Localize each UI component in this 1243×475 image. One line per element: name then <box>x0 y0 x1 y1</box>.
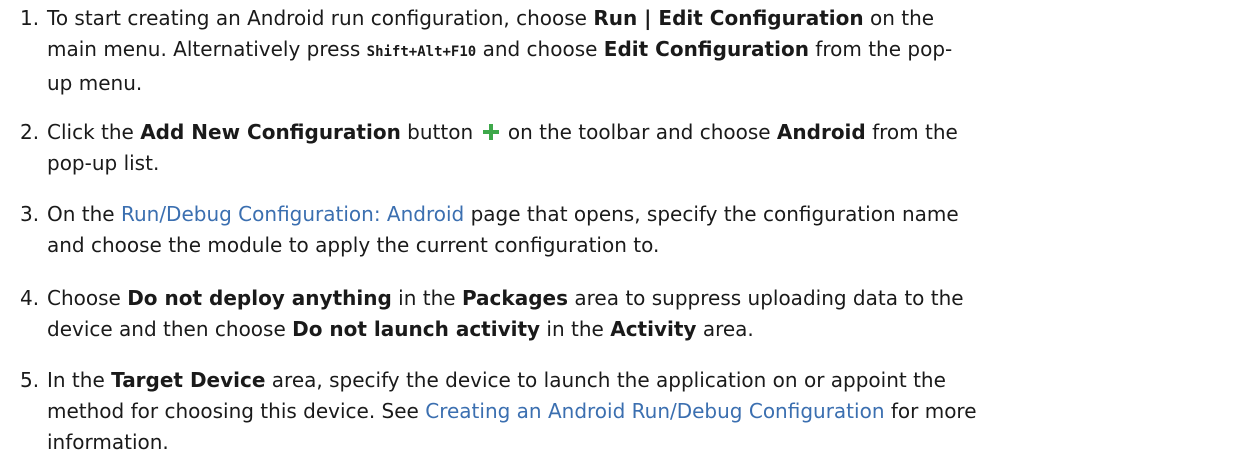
text-run: main menu. Alternatively press <box>47 37 367 61</box>
step-line: To start creating an Android run configu… <box>47 3 1217 34</box>
option-name: Do not launch activity <box>292 317 541 341</box>
text-run: up menu. <box>47 71 143 95</box>
text-run: and choose <box>476 37 604 61</box>
step-line: up menu. <box>47 68 1217 99</box>
option-name: Do not deploy anything <box>127 286 392 310</box>
text-run: device and then choose <box>47 317 293 341</box>
text-run: In the <box>47 368 112 392</box>
creating-config-link[interactable]: Creating an Android Run/Debug Configurat… <box>425 399 884 423</box>
text-run: from the <box>865 120 958 144</box>
step-line: and choose the module to apply the curre… <box>47 230 1217 261</box>
text-run: button <box>400 120 480 144</box>
step-number: 3. <box>20 202 40 226</box>
text-run: pop-up list. <box>47 151 160 175</box>
text-run: in the <box>391 286 462 310</box>
step-text: Click the Add New Configuration button o… <box>47 117 1217 179</box>
text-run: method for choosing this device. See <box>47 399 426 423</box>
text-run: Click the <box>47 120 141 144</box>
run-debug-config-link[interactable]: Run/Debug Configuration: Android <box>121 202 464 226</box>
text-run: area, specify the device to launch the a… <box>265 368 946 392</box>
step-line: In the Target Device area, specify the d… <box>47 365 1217 396</box>
text-run: on the toolbar and choose <box>501 120 777 144</box>
plus-icon[interactable] <box>481 122 501 142</box>
step-line: Click the Add New Configuration button o… <box>47 117 1217 148</box>
step-number: 1. <box>20 6 40 30</box>
step-line: information. <box>47 427 1217 458</box>
step-line: Choose Do not deploy anything in the Pac… <box>47 283 1217 314</box>
list-item-name: Android <box>776 120 866 144</box>
text-run: To start creating an Android run configu… <box>47 6 594 30</box>
step-line: pop-up list. <box>47 148 1217 179</box>
text-run: in the <box>540 317 611 341</box>
text-run: area. <box>696 317 754 341</box>
step-number: 5. <box>20 368 40 392</box>
step-text: Choose Do not deploy anything in the Pac… <box>47 283 1217 345</box>
menu-item: Edit Configuration <box>603 37 809 61</box>
text-run: from the pop- <box>808 37 953 61</box>
step-line: method for choosing this device. See Cre… <box>47 396 1217 427</box>
step-number: 2. <box>20 120 40 144</box>
text-run: page that opens, specify the configurati… <box>464 202 959 226</box>
text-run: area to suppress uploading data to the <box>568 286 964 310</box>
area-name: Activity <box>610 317 697 341</box>
text-run: On the <box>47 202 121 226</box>
text-run: for more <box>884 399 977 423</box>
text-run: and choose the module to apply the curre… <box>47 233 660 257</box>
button-name: Add New Configuration <box>140 120 401 144</box>
keyboard-shortcut: Shift+Alt+F10 <box>366 44 477 60</box>
area-name: Packages <box>461 286 568 310</box>
menu-path: Run | Edit Configuration <box>593 6 864 30</box>
step-line: device and then choose Do not launch act… <box>47 314 1217 345</box>
step-line: main menu. Alternatively press Shift+Alt… <box>47 34 1217 68</box>
step-line: On the Run/Debug Configuration: Android … <box>47 199 1217 230</box>
text-run: information. <box>47 430 169 454</box>
step-number: 4. <box>20 286 40 310</box>
step-text: In the Target Device area, specify the d… <box>47 365 1217 458</box>
step-text: On the Run/Debug Configuration: Android … <box>47 199 1217 261</box>
text-run: on the <box>863 6 935 30</box>
text-run: Choose <box>47 286 128 310</box>
area-name: Target Device <box>111 368 266 392</box>
step-text: To start creating an Android run configu… <box>47 3 1217 99</box>
